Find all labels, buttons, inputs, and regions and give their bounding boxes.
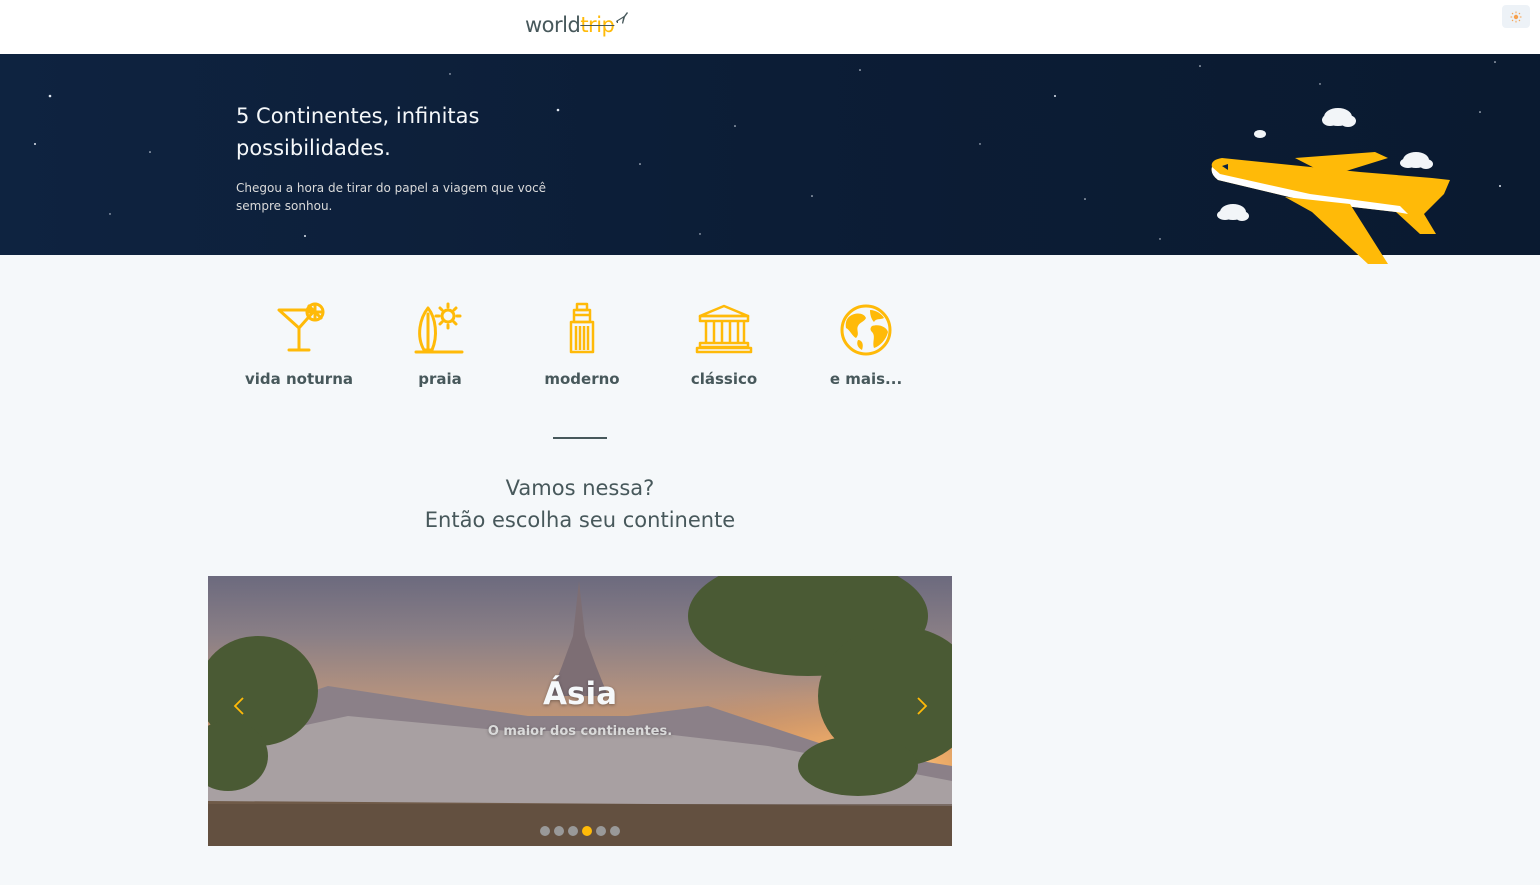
logo-text: worldtrip bbox=[525, 8, 615, 42]
travel-type-label: vida noturna bbox=[244, 370, 354, 388]
travel-type-label: moderno bbox=[544, 370, 620, 388]
cta-line-1: Vamos nessa? bbox=[505, 476, 655, 500]
slide-subtitle: O maior dos continentes. bbox=[487, 724, 673, 739]
cocktail-icon bbox=[277, 302, 325, 352]
museum-icon bbox=[695, 304, 753, 354]
continent-carousel[interactable]: Ásia O maior dos continentes. bbox=[208, 576, 952, 846]
travel-type-beach[interactable]: praia bbox=[369, 300, 511, 388]
travel-type-label: praia bbox=[418, 370, 462, 388]
carousel-dot[interactable] bbox=[596, 826, 606, 836]
continent-call-to-action: Vamos nessa? Então escolha seu continent… bbox=[330, 472, 830, 536]
logo-trip-text: trip bbox=[580, 13, 615, 37]
logo-airplane-icon bbox=[616, 12, 629, 24]
building-icon bbox=[569, 302, 595, 354]
section-divider bbox=[553, 437, 607, 439]
travel-type-modern[interactable]: moderno bbox=[511, 300, 653, 388]
airplane-illustration bbox=[1211, 108, 1450, 264]
slide-title[interactable]: Ásia bbox=[208, 676, 952, 712]
carousel-prev-button[interactable] bbox=[228, 694, 252, 718]
travel-type-label: e mais... bbox=[829, 370, 903, 388]
theme-toggle-button[interactable] bbox=[1502, 5, 1530, 28]
carousel-pagination bbox=[208, 826, 952, 836]
travel-type-classic[interactable]: clássico bbox=[653, 300, 795, 388]
surfboard-sun-icon bbox=[414, 302, 464, 354]
site-header: worldtrip bbox=[0, 0, 1540, 54]
travel-type-more[interactable]: e mais... bbox=[795, 300, 937, 388]
travel-types: vida noturna praia moderno clássico e ma… bbox=[228, 300, 938, 400]
cta-line-2: Então escolha seu continente bbox=[424, 508, 736, 532]
worldtrip-logo[interactable]: worldtrip bbox=[525, 8, 630, 42]
hero-banner: 5 Continentes, infinitas possibilidades.… bbox=[0, 54, 1540, 264]
carousel-dot[interactable] bbox=[568, 826, 578, 836]
chevron-right-icon bbox=[917, 697, 928, 715]
carousel-next-button[interactable] bbox=[909, 694, 933, 718]
carousel-dot[interactable] bbox=[540, 826, 550, 836]
carousel-dot[interactable] bbox=[554, 826, 564, 836]
carousel-dot[interactable] bbox=[582, 826, 592, 836]
logo-world-text: world bbox=[525, 13, 581, 37]
chevron-left-icon bbox=[233, 697, 244, 715]
carousel-dot[interactable] bbox=[610, 826, 620, 836]
banner-subtitle: Chegou a hora de tirar do papel a viagem… bbox=[236, 181, 547, 213]
travel-type-nightlife[interactable]: vida noturna bbox=[228, 300, 370, 388]
sun-icon bbox=[1510, 11, 1522, 22]
globe-icon bbox=[840, 304, 892, 356]
banner-title: 5 Continentes, infinitas possibilidades. bbox=[236, 104, 480, 160]
travel-type-label: clássico bbox=[690, 370, 758, 388]
